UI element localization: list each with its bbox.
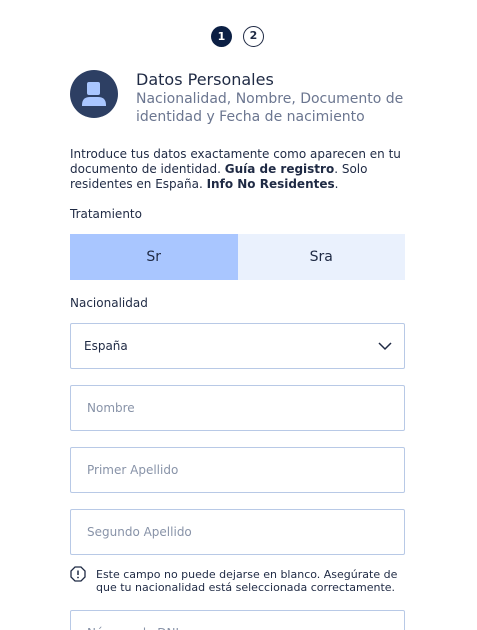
step-2-indicator: 2 [243,26,264,47]
document-number-field[interactable] [70,610,405,630]
user-avatar-icon [70,70,118,118]
registration-guide-link[interactable]: Guía de registro [225,162,335,176]
title-option-sra[interactable]: Sra [237,234,405,280]
nationality-label: Nacionalidad [70,296,148,310]
intro-text-part: . [334,177,339,191]
chevron-down-icon [378,342,392,351]
document-number-input[interactable] [71,611,404,630]
second-surname-field[interactable] [70,509,405,555]
first-name-field[interactable] [70,385,405,431]
title-option-sr[interactable]: Sr [70,234,238,280]
section-title: Datos Personales [136,70,274,89]
first-surname-input[interactable] [71,448,404,492]
error-message: Este campo no puede dejarse en blanco. A… [96,568,398,594]
step-indicator: 1 2 [0,26,477,48]
section-subtitle: Nacionalidad, Nombre, Documento de ident… [136,91,404,125]
first-name-input[interactable] [71,386,404,430]
nationality-select[interactable]: España [70,323,405,369]
intro-text: Introduce tus datos exactamente como apa… [70,147,410,192]
non-residents-info-link[interactable]: Info No Residentes [207,177,335,191]
first-surname-field[interactable] [70,447,405,493]
warning-icon [70,566,86,582]
nationality-value: España [84,339,128,353]
step-1-indicator: 1 [211,26,232,47]
title-toggle: Sr Sra [70,234,405,280]
second-surname-input[interactable] [71,510,404,554]
title-label: Tratamiento [70,207,142,221]
